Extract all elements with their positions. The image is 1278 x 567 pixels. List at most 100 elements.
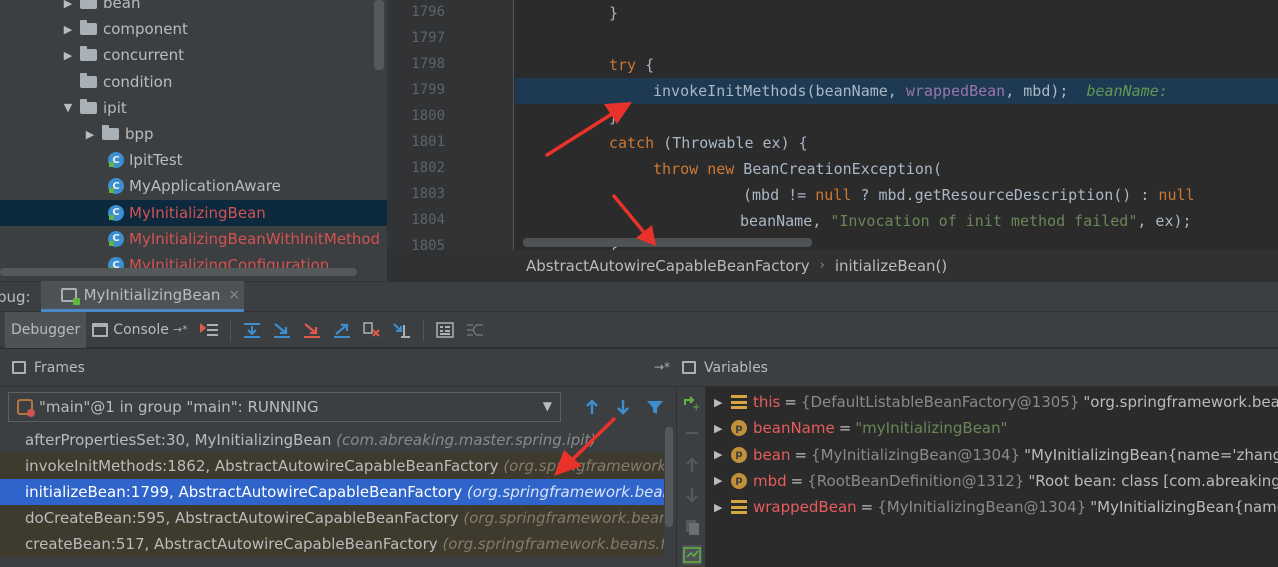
code-line: beanName, "Invocation of init method fai… (740, 212, 1192, 230)
variable-row[interactable]: ▶ this = {DefaultListableBeanFactory@1305} "… (706, 389, 1278, 415)
show-execution-point-icon[interactable] (194, 315, 224, 345)
chevron-right-icon[interactable]: ▶ (714, 422, 726, 435)
chevron-right-icon[interactable]: ▶ (62, 23, 74, 36)
chevron-right-icon[interactable]: ▶ (84, 128, 96, 141)
package-folder-icon (80, 0, 97, 9)
duplicate-watch-icon[interactable] (682, 517, 702, 537)
remove-watch-icon[interactable] (682, 423, 702, 443)
class-icon: C (108, 178, 124, 195)
tree-item[interactable]: C IpitTest (0, 147, 387, 173)
variable-row[interactable]: ▶ p beanName = "myInitializingBean" (706, 415, 1008, 441)
tree-item[interactable]: ▶ bean (0, 0, 387, 16)
variable-equals: = (784, 393, 797, 411)
tab-console[interactable]: Console →* (86, 312, 193, 348)
move-watch-down-icon[interactable] (682, 485, 702, 505)
code-editor[interactable]: 1796 1797 1798 1799 1800 1801 1802 1803 1804 1805… (387, 0, 1278, 250)
previous-frame-icon[interactable] (580, 395, 604, 419)
chevron-right-icon[interactable]: ▶ (714, 448, 726, 461)
filter-icon[interactable] (643, 395, 667, 419)
variable-equals: = (838, 419, 852, 438)
variable-equals: = (790, 471, 804, 490)
variable-row[interactable]: ▶ p mbd = {RootBeanDefinition@1312} "Root bea… (706, 468, 1278, 494)
line-number: 1798 (411, 56, 445, 72)
debug-session-tab-label: MyInitializingBean (83, 286, 221, 304)
variable-row[interactable]: ▶ wrappedBean = {MyInitializingBean@1304} "M… (706, 494, 1278, 520)
pin-icon[interactable]: →* (654, 360, 670, 374)
frame-method: initializeBean:1799, AbstractAutowireCap… (25, 483, 463, 501)
editor-horizontal-scrollbar[interactable] (523, 238, 812, 247)
frame-row[interactable]: initializeBean:1799, AbstractAutowireCap… (0, 479, 664, 505)
debug-session-tab[interactable]: MyInitializingBean × (40, 281, 245, 312)
show-watches-icon[interactable] (682, 545, 702, 565)
project-tree[interactable]: ▶ bean ▶ component ▶ concurrent condition ▼ ipit… (0, 0, 387, 281)
chevron-down-icon[interactable]: ▼ (543, 399, 552, 413)
variable-type: {DefaultListableBeanFactory@1305} (800, 393, 1080, 411)
frame-row[interactable]: afterPropertiesSet:30, MyInitializingBea… (0, 427, 664, 453)
evaluate-expression-icon[interactable] (430, 315, 460, 345)
frame-row[interactable]: createBean:517, AbstractAutowireCapableB… (0, 531, 664, 557)
new-watch-icon[interactable]: + (682, 392, 702, 412)
frame-package: (org.springframework.be (503, 457, 664, 475)
tree-vertical-scrollbar[interactable] (374, 0, 384, 70)
tree-item[interactable]: condition (0, 69, 387, 95)
move-watch-up-icon[interactable] (682, 455, 702, 475)
frame-list: afterPropertiesSet:30, MyInitializingBea… (0, 427, 676, 557)
console-icon (92, 322, 109, 337)
line-number: 1797 (411, 30, 445, 46)
code-line: throw new BeanCreationException( (653, 160, 942, 178)
breadcrumb-method[interactable]: initializeBean() (835, 257, 947, 275)
variable-name: bean (753, 445, 791, 464)
debug-tab-bar: bug: MyInitializingBean × (0, 281, 1278, 312)
code-line: try { (609, 56, 655, 74)
chevron-right-icon[interactable]: ▶ (714, 474, 726, 487)
frames-panel: Frames →* "main"@1 in group "main": RUNN… (0, 349, 676, 567)
tree-item[interactable]: ▼ ipit (0, 95, 387, 121)
thread-selector[interactable]: "main"@1 in group "main": RUNNING ▼ (8, 392, 561, 422)
breadcrumb: AbstractAutowireCapableBeanFactory › ini… (387, 250, 1278, 281)
scrollbar-thumb[interactable] (665, 427, 673, 527)
variable-name: mbd (753, 471, 787, 490)
tree-item[interactable]: ▶ bpp (0, 121, 387, 147)
step-into-icon[interactable] (267, 315, 297, 345)
line-number: 1796 (411, 4, 445, 20)
step-out-icon[interactable] (327, 315, 357, 345)
thread-running-icon (17, 399, 35, 417)
variables-panel: Variables ▶ this = {DefaultListableBeanFact… (676, 349, 1278, 567)
tree-item[interactable]: C MyInitializingBean (0, 199, 387, 226)
force-step-into-icon[interactable] (297, 315, 327, 345)
line-number: 1802 (411, 160, 445, 176)
next-frame-icon[interactable] (611, 395, 635, 419)
variable-name: this (753, 393, 781, 411)
frame-row[interactable]: invokeInitMethods:1862, AbstractAutowire… (0, 453, 664, 479)
tree-item[interactable]: C MyApplicationAware (0, 173, 387, 199)
thread-row: "main"@1 in group "main": RUNNING ▼ (0, 387, 676, 427)
tree-horizontal-scrollbar[interactable] (0, 268, 357, 276)
debugger-toolbar: Debugger Console →* (0, 311, 1278, 348)
frame-package: (com.abreaking.master.spring.ipit) (336, 431, 597, 449)
frame-method: createBean:517, AbstractAutowireCapableB… (25, 535, 438, 553)
tree-item[interactable]: ▶ component (0, 16, 387, 42)
tree-item[interactable]: ▶ concurrent (0, 42, 387, 68)
step-over-icon[interactable] (237, 315, 267, 345)
variable-value: "myInitializingBean" (855, 419, 1008, 438)
frames-vertical-scrollbar[interactable] (664, 427, 674, 567)
code-line: } (609, 108, 619, 126)
variable-name: beanName (753, 419, 835, 438)
toolbar-separator (229, 318, 231, 341)
close-icon[interactable]: × (228, 287, 240, 303)
run-to-cursor-icon[interactable] (387, 315, 417, 345)
svg-text:+: + (692, 402, 700, 412)
chevron-right-icon[interactable]: ▶ (714, 501, 726, 514)
drop-frame-icon[interactable] (357, 315, 387, 345)
chevron-right-icon[interactable]: ▶ (62, 49, 74, 62)
chevron-right-icon[interactable]: ▶ (714, 396, 726, 409)
tree-item[interactable]: C MyInitializingBeanWithInitMethod (0, 226, 387, 252)
pin-icon[interactable]: →* (173, 323, 188, 336)
chevron-down-icon[interactable]: ▼ (62, 101, 74, 114)
frame-row[interactable]: doCreateBean:595, AbstractAutowireCapabl… (0, 505, 664, 531)
tab-debugger[interactable]: Debugger (5, 311, 87, 348)
variable-row[interactable]: ▶ p bean = {MyInitializingBean@1304} "MyIniti… (706, 442, 1278, 468)
chevron-right-icon[interactable]: ▶ (62, 0, 74, 10)
trace-current-stream-icon[interactable] (460, 315, 490, 345)
breadcrumb-class[interactable]: AbstractAutowireCapableBeanFactory (526, 257, 810, 275)
